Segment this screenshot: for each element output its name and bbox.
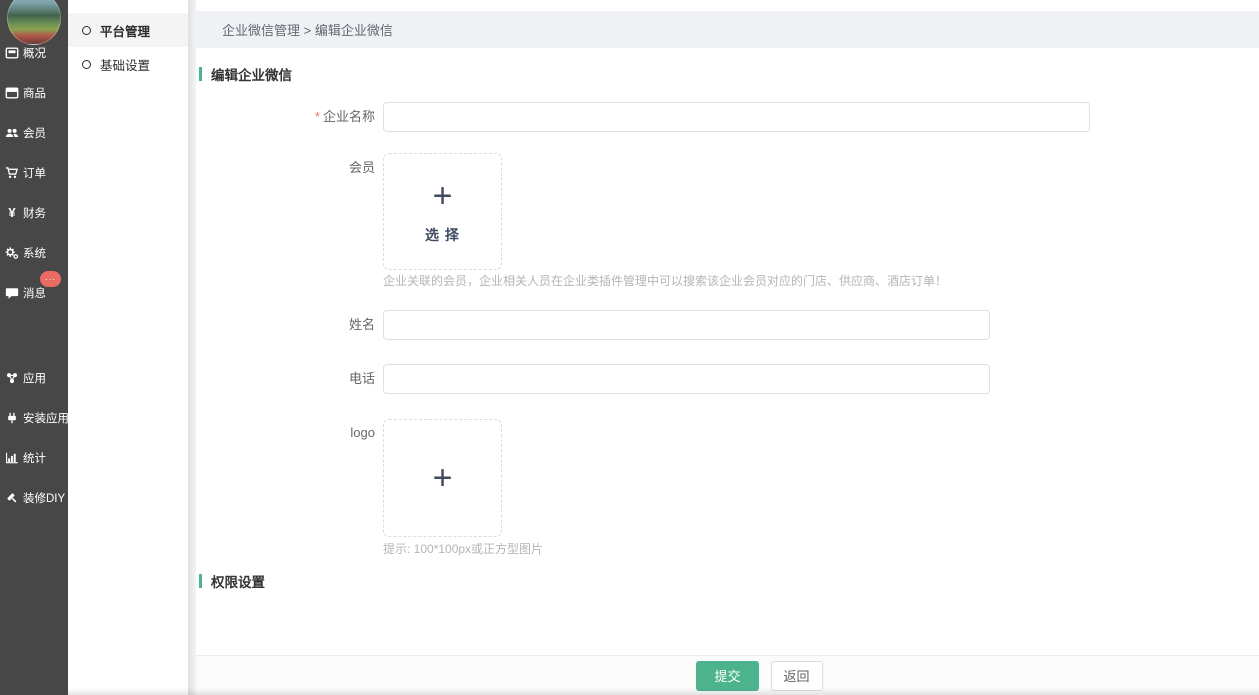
required-asterisk: * (315, 109, 320, 124)
system-icon (5, 246, 19, 260)
sidebar-item-label: 消息 (23, 285, 46, 301)
circle-icon (82, 26, 91, 35)
plus-icon: + (433, 179, 453, 213)
secondary-sidebar: 平台管理 基础设置 (68, 0, 188, 695)
name-input[interactable] (383, 310, 990, 340)
submenu-item-label: 平台管理 (100, 21, 150, 40)
apps-icon (5, 371, 19, 385)
sidebar-item-label: 订单 (23, 165, 46, 181)
section-title-edit: 编辑企业微信 (199, 64, 292, 84)
submenu-item-platform-management[interactable]: 平台管理 (68, 13, 188, 47)
sidebar-item-orders[interactable]: 订单 (0, 153, 68, 193)
sidebar-nav-top: 概况 商品 会员 订单 ¥ 财务 系统 消息 (0, 33, 68, 313)
sidebar-item-label: 安装应用 (23, 410, 69, 426)
main-sidebar: 概况 商品 会员 订单 ¥ 财务 系统 消息 ... 应用 (0, 0, 68, 695)
sidebar-item-label: 财务 (23, 205, 46, 221)
main-content: 企业微信管理 > 编辑企业微信 编辑企业微信 *企业名称 会员 + 选 择 企业… (196, 0, 1259, 695)
submenu-item-label: 基础设置 (100, 55, 150, 74)
plus-icon: + (433, 461, 453, 495)
breadcrumb[interactable]: 企业微信管理 > 编辑企业微信 (196, 11, 1259, 48)
sidebar-item-label: 概况 (23, 45, 46, 61)
member-helper-text: 企业关联的会员，企业相关人员在企业类插件管理中可以搜索该企业会员对应的门店、供应… (383, 272, 947, 289)
sidebar-nav-bottom: 应用 安装应用 统计 装修DIY (0, 358, 68, 518)
sidebar-item-apps[interactable]: 应用 (0, 358, 68, 398)
logo-hint-text: 提示: 100*100px或正方型图片 (383, 540, 543, 557)
section-title-text: 权限设置 (211, 571, 265, 591)
sidebar-item-label: 商品 (23, 85, 46, 101)
stats-icon (5, 451, 19, 465)
company-name-input[interactable] (383, 102, 1090, 132)
submenu-item-basic-settings[interactable]: 基础设置 (68, 47, 188, 81)
sidebar-item-finance[interactable]: ¥ 财务 (0, 193, 68, 233)
section-title-permissions: 权限设置 (199, 571, 265, 591)
company-name-label: *企业名称 (196, 102, 375, 132)
sidebar-item-goods[interactable]: 商品 (0, 73, 68, 113)
section-accent-bar (199, 67, 202, 81)
phone-input[interactable] (383, 364, 990, 394)
member-select-label: 选 择 (425, 225, 460, 245)
sidebar-item-system[interactable]: 系统 (0, 233, 68, 273)
orders-icon (5, 166, 19, 180)
sidebar-item-overview[interactable]: 概况 (0, 33, 68, 73)
sidebar-item-label: 统计 (23, 450, 46, 466)
finance-icon: ¥ (5, 206, 19, 220)
diy-icon (5, 491, 19, 505)
section-accent-bar (199, 574, 202, 588)
sidebar-item-members[interactable]: 会员 (0, 113, 68, 153)
sidebar-item-label: 装修DIY (23, 490, 65, 506)
member-select-box[interactable]: + 选 择 (383, 153, 502, 270)
sidebar-item-decorate-diy[interactable]: 装修DIY (0, 478, 68, 518)
label-text: 企业名称 (323, 109, 375, 124)
message-badge: ... (40, 271, 61, 287)
sidebar-item-statistics[interactable]: 统计 (0, 438, 68, 478)
circle-icon (82, 60, 91, 69)
logo-label: logo (196, 423, 375, 443)
members-icon (5, 126, 19, 140)
name-label: 姓名 (196, 310, 375, 340)
back-button[interactable]: 返回 (771, 661, 823, 691)
member-label: 会员 (196, 158, 375, 178)
install-apps-icon (5, 411, 19, 425)
sidebar-item-install-apps[interactable]: 安装应用 (0, 398, 68, 438)
sidebar-divider (188, 0, 196, 695)
logo-upload-box[interactable]: + (383, 419, 502, 537)
section-title-text: 编辑企业微信 (211, 64, 292, 84)
sidebar-item-label: 系统 (23, 245, 46, 261)
submit-button[interactable]: 提交 (696, 661, 758, 691)
sidebar-item-label: 会员 (23, 125, 46, 141)
goods-icon (5, 86, 19, 100)
message-icon (5, 286, 19, 300)
phone-label: 电话 (196, 364, 375, 394)
overview-icon (5, 46, 19, 60)
form-footer: 提交 返回 (196, 655, 1259, 695)
sidebar-item-label: 应用 (23, 370, 46, 386)
